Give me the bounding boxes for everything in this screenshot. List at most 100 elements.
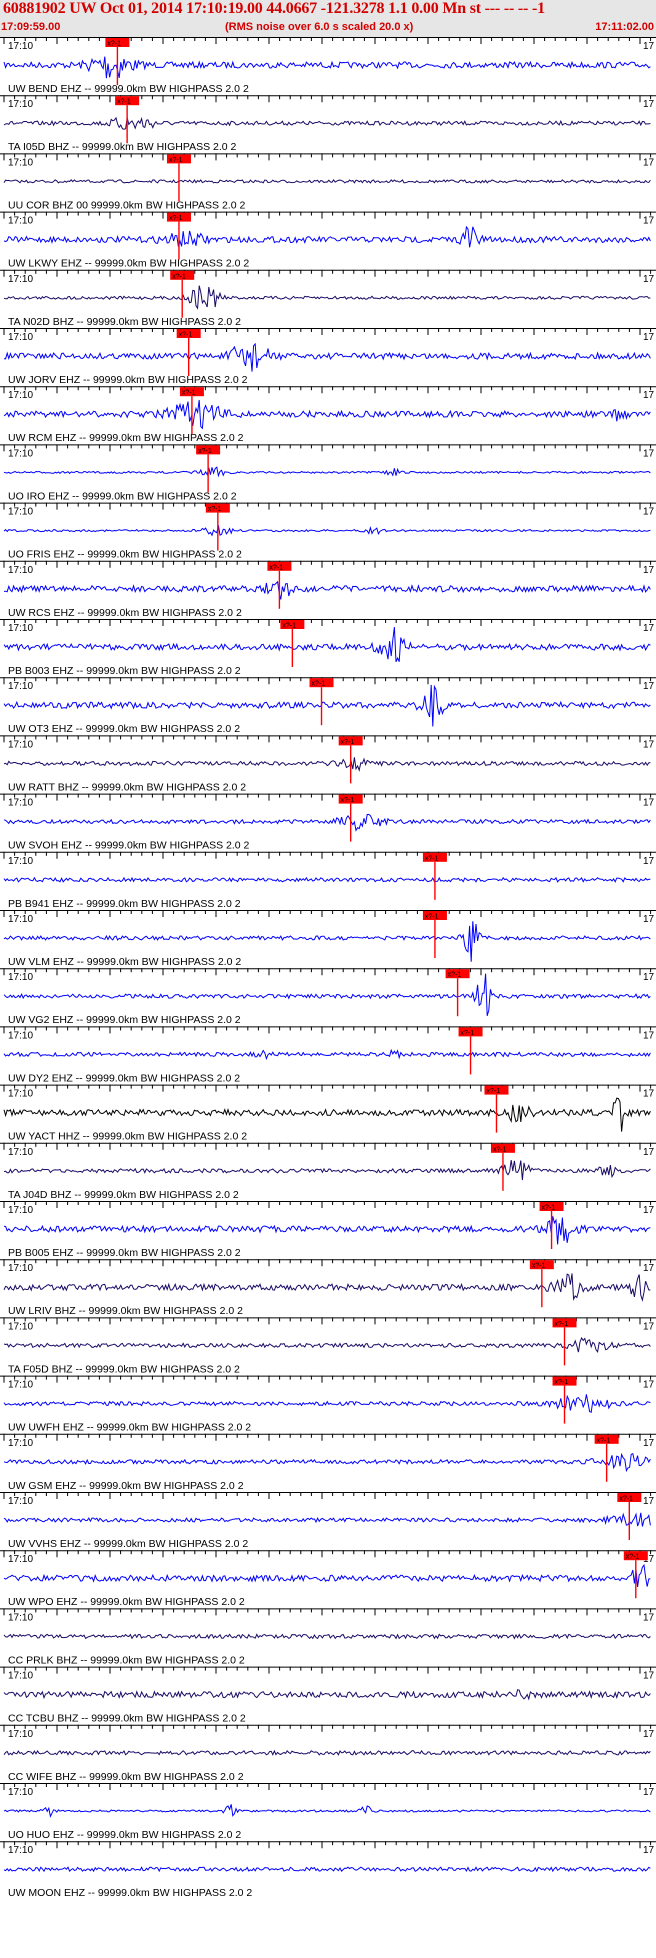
trace-row: 17:10 17 x?-1 PB B003 EHZ -- 99999.0km BW H…	[0, 619, 656, 677]
waveform-trace	[3, 580, 651, 600]
pick-label: x?-1	[169, 157, 183, 164]
end-time: 17:11:02.00	[595, 21, 654, 33]
waveform-trace	[3, 876, 651, 883]
waveform-trace	[3, 342, 651, 372]
station-label: CC TCBU BHZ -- 99999.0km BW HIGHPASS 2.0…	[8, 1713, 246, 1725]
trace-row: 17:10 17 x?-1 UW VVHS EHZ -- 99999.0km BW H…	[0, 1492, 656, 1550]
waveform-trace	[3, 813, 651, 832]
station-label: TA F05D BHZ -- 99999.0km BW HIGHPASS 2.0…	[8, 1363, 240, 1375]
trace-row: 17:10 17 CC PRLK BHZ -- 99999.0km BW HIGHP…	[0, 1608, 656, 1666]
waveform-trace	[3, 1689, 651, 1701]
station-label: UW VVHS EHZ -- 99999.0km BW HIGHPASS 2.0…	[8, 1538, 248, 1550]
waveform-trace	[3, 684, 651, 727]
edge-tick-label: 17	[643, 1321, 655, 1332]
tick-label: 17:10	[8, 623, 33, 634]
pick-label: x?-1	[555, 1379, 569, 1386]
pick-label: x?-1	[312, 681, 326, 688]
tick-label: 17:10	[8, 1787, 33, 1798]
trace-row: 17:10 17 x?-1 TA F05D BHZ -- 99999.0km BW H…	[0, 1317, 656, 1375]
edge-tick-label: 17	[643, 739, 655, 750]
tick-label: 17:10	[8, 856, 33, 867]
trace-row: 17:10 17 x?-1 PB B941 EHZ -- 99999.0km BW H…	[0, 851, 656, 910]
station-label: PB B003 EHZ -- 99999.0km BW HIGHPASS 2.0…	[8, 665, 241, 677]
tick-label: 17:10	[8, 1089, 33, 1100]
edge-tick-label: 17	[643, 1030, 655, 1041]
waveform-trace	[3, 1273, 651, 1303]
pick-label: x?-1	[555, 1321, 569, 1328]
tick-label: 17:10	[8, 41, 33, 52]
tick-label: 17:10	[8, 1205, 33, 1216]
tick-label: 17:10	[8, 448, 33, 459]
station-label: UW LKWY EHZ -- 99999.0km BW HIGHPASS 2.0…	[8, 258, 249, 270]
station-label: UW VLM EHZ -- 99999.0km BW HIGHPASS 2.0 …	[8, 956, 241, 968]
waveform-trace	[3, 1216, 651, 1245]
station-label: CC PRLK BHZ -- 99999.0km BW HIGHPASS 2.0…	[8, 1654, 245, 1666]
trace-row: 17:10 17 x?-1 UU COR BHZ 00 99999.0km BW HI…	[0, 153, 656, 211]
waveform-trace	[3, 525, 651, 537]
tick-label: 17:10	[8, 1438, 33, 1449]
pick-label: x?-1	[117, 99, 131, 106]
edge-tick-label: 17	[643, 1612, 655, 1623]
trace-row: 17:10 17 UO HUO EHZ -- 99999.0km BW HIGHPA…	[0, 1783, 656, 1841]
waveform-trace	[3, 1336, 651, 1354]
pick-label: x?-1	[493, 1146, 507, 1153]
waveform-trace	[3, 1804, 651, 1818]
tick-label: 17:10	[8, 1380, 33, 1391]
trace-row: 17:10 17 x?-1 UW LKWY EHZ -- 99999.0km BW H…	[0, 211, 656, 270]
tick-label: 17:10	[8, 1147, 33, 1158]
tick-label: 17:10	[8, 390, 33, 401]
waveform-trace	[3, 466, 651, 478]
station-label: PB B005 EHZ -- 99999.0km BW HIGHPASS 2.0…	[8, 1247, 241, 1259]
edge-tick-label: 17	[643, 914, 655, 925]
waveform-trace	[3, 1097, 651, 1132]
tick-label: 17:10	[8, 972, 33, 983]
station-label: UW GSM EHZ -- 99999.0km BW HIGHPASS 2.0 …	[8, 1480, 244, 1492]
edge-tick-label: 17	[643, 1496, 655, 1507]
edge-tick-label: 17	[643, 390, 655, 401]
pick-label: x?-1	[169, 215, 183, 222]
waveform-trace	[3, 116, 651, 130]
waveform-trace	[3, 225, 651, 248]
pick-label: x?-1	[282, 623, 296, 630]
station-label: UW LRIV BHZ -- 99999.0km BW HIGHPASS 2.0…	[8, 1305, 243, 1317]
trace-row: 17:10 17 x?-1 UO IRO EHZ -- 99999.0km BW HI…	[0, 444, 656, 502]
waveform-trace	[3, 1048, 651, 1061]
pick-label: x?-1	[425, 855, 439, 862]
station-label: UW RATT BHZ -- 99999.0km BW HIGHPASS 2.0…	[8, 781, 246, 793]
tick-label: 17:10	[8, 798, 33, 809]
trace-row: 17:10 17 CC WIFE BHZ -- 99999.0km BW HIGHP…	[0, 1724, 656, 1783]
edge-tick-label: 17	[643, 565, 655, 576]
trace-row: 17:10 17 x?-1 TA I05D BHZ -- 99999.0km BW H…	[0, 95, 656, 153]
waveform-trace	[3, 1749, 651, 1756]
edge-tick-label: 17	[643, 623, 655, 634]
noise-note: (RMS noise over 6.0 s scaled 20.0 x)	[225, 21, 414, 33]
trace-row: 17:10 17 x?-1 UW VLM EHZ -- 99999.0km BW HI…	[0, 910, 656, 968]
waveform-trace	[3, 1160, 651, 1181]
station-label: UO IRO EHZ -- 99999.0km BW HIGHPASS 2.0 …	[8, 490, 237, 502]
seismogram-panel: 17:10 17 x?-1 UW BEND EHZ -- 99999.0km BW H…	[0, 37, 656, 1899]
station-label: TA J04D BHZ -- 99999.0km BW HIGHPASS 2.0…	[8, 1189, 239, 1201]
station-label: UW WPO EHZ -- 99999.0km BW HIGHPASS 2.0 …	[8, 1596, 245, 1608]
pick-label: x?-1	[461, 1030, 475, 1037]
trace-row: 17:10 17 x?-1 UW VG2 EHZ -- 99999.0km BW HI…	[0, 968, 656, 1026]
edge-tick-label: 17	[643, 1380, 655, 1391]
station-label: UW BEND EHZ -- 99999.0km BW HIGHPASS 2.0…	[8, 83, 249, 95]
trace-row: 17:10 17 x?-1 UW LRIV BHZ -- 99999.0km BW H…	[0, 1259, 656, 1317]
start-time: 17:09:59.00	[1, 21, 61, 33]
pick-label: x?-1	[597, 1437, 611, 1444]
edge-tick-label: 17	[643, 1263, 655, 1274]
trace-row: 17:10 17 x?-1 UW RATT BHZ -- 99999.0km BW H…	[0, 735, 656, 793]
station-label: UU COR BHZ 00 99999.0km BW HIGHPASS 2.0 …	[8, 199, 245, 211]
pick-label: x?-1	[532, 1263, 546, 1270]
station-label: UW SVOH EHZ -- 99999.0km BW HIGHPASS 2.0…	[8, 840, 250, 852]
station-label: UW RCM EHZ -- 99999.0km BW HIGHPASS 2.0 …	[8, 432, 244, 444]
edge-tick-label: 17	[643, 99, 655, 110]
waveform-trace	[3, 1512, 651, 1527]
edge-tick-label: 17	[643, 1845, 655, 1856]
trace-row: 17:10 17 x?-1 UW BEND EHZ -- 99999.0km BW H…	[0, 37, 656, 95]
waveform-trace	[3, 757, 651, 772]
waveform-trace	[3, 1452, 651, 1473]
edge-tick-label: 17	[643, 1438, 655, 1449]
pick-label: x?-1	[179, 332, 193, 339]
edge-tick-label: 17	[643, 856, 655, 867]
